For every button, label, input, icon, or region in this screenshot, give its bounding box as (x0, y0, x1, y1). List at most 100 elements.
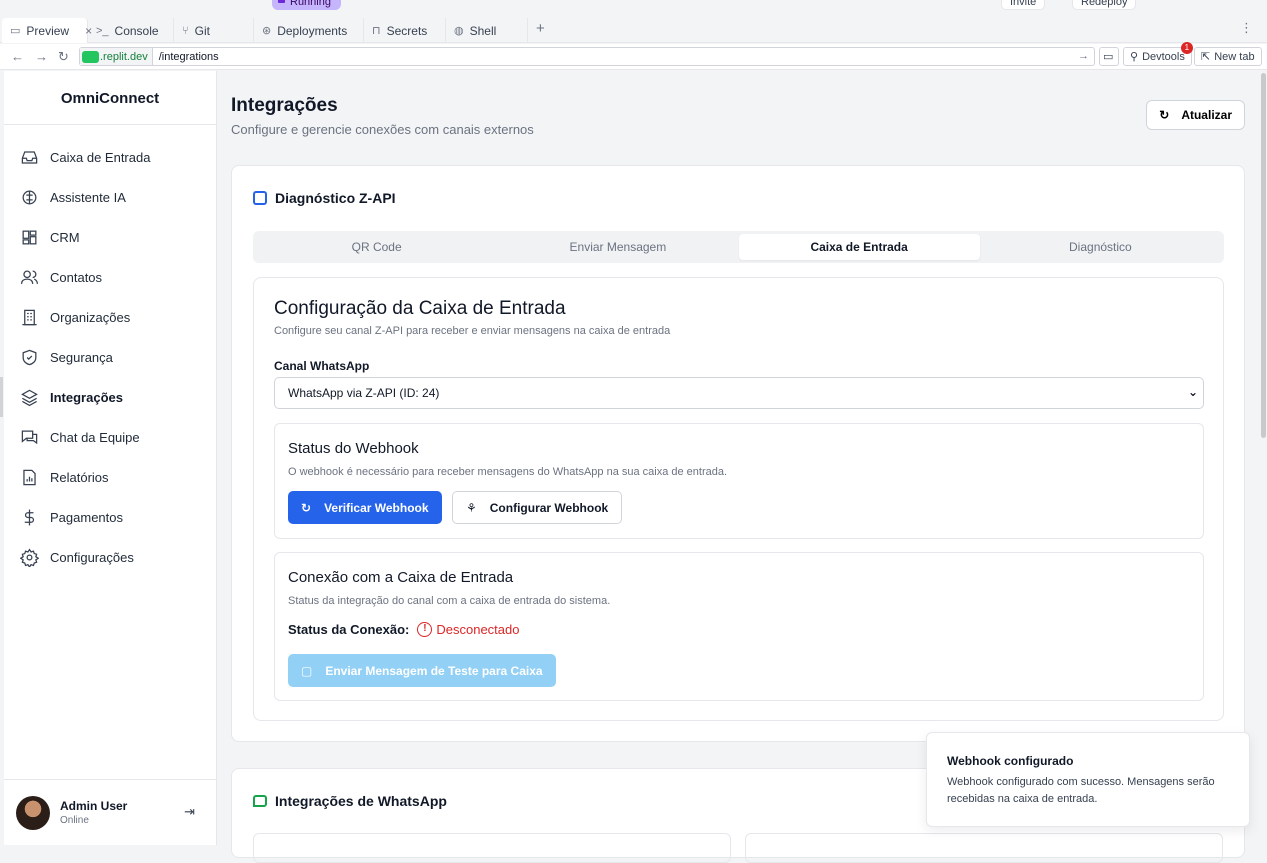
tab-label: Secrets (386, 23, 428, 38)
go-arrow-icon[interactable]: → (1078, 50, 1089, 62)
refresh-button[interactable]: ↻ Atualizar (1146, 100, 1245, 130)
sidebar-item-label: CRM (50, 229, 80, 245)
connection-description: Status da integração do canal com a caix… (288, 595, 611, 607)
integration-item (253, 833, 731, 863)
sidebar-item-integracoes[interactable]: Integrações (0, 377, 216, 417)
running-status: Running (272, 0, 341, 10)
url-bar: ← → ↻ .replit.dev /integrations → ▭ ⚲ De… (0, 42, 1267, 70)
devtools-label: Devtools (1142, 50, 1185, 63)
url-input[interactable]: .replit.dev /integrations → (79, 47, 1095, 66)
sidebar-item-label: Assistente IA (50, 189, 126, 205)
sidebar-item-relatorios[interactable]: Relatórios (4, 457, 216, 497)
more-icon[interactable]: ⋮ (1240, 20, 1253, 36)
sidebar-item-organizacoes[interactable]: Organizações (4, 297, 216, 337)
tab-diagnostico[interactable]: Diagnóstico (980, 234, 1221, 260)
sidebar-item-assistente-ia[interactable]: Assistente IA (4, 177, 216, 217)
url-host-text: .replit.dev (100, 50, 148, 63)
connection-status-label: Status da Conexão: (288, 622, 410, 637)
tab-shell[interactable]: ◍ Shell (446, 18, 528, 43)
app: OmniConnect Caixa de Entrada Assistente … (0, 71, 1267, 863)
toast-notification: Webhook configurado Webhook configurado … (926, 732, 1250, 827)
git-icon: ⑂ (182, 24, 189, 37)
chevron-down-icon: ⌄ (1187, 385, 1198, 399)
new-tab-button[interactable]: ⇱ New tab (1194, 47, 1262, 66)
redeploy-button[interactable]: Redeploy (1072, 0, 1137, 10)
tab-preview[interactable]: ▭ Preview × (2, 18, 92, 43)
avatar (16, 795, 50, 830)
devtools-badge: 1 (1180, 42, 1193, 54)
channel-label: Canal WhatsApp (274, 359, 370, 373)
diagnostic-tabs: QR Code Enviar Mensagem Caixa de Entrada… (253, 231, 1224, 263)
deploy-icon: ⊛ (262, 25, 272, 37)
add-tab-button[interactable]: + (536, 20, 545, 37)
alert-circle-icon: ! (417, 622, 433, 637)
users-icon (20, 270, 39, 284)
user-profile[interactable]: Admin User Online ⇥ (4, 779, 217, 845)
page-title: Integrações (231, 95, 338, 116)
tab-caixa-de-entrada[interactable]: Caixa de Entrada (738, 234, 980, 260)
forward-icon[interactable]: → (35, 49, 48, 64)
sidebar-item-contatos[interactable]: Contatos (4, 257, 216, 297)
page-subtitle: Configure e gerencie conexões com canais… (231, 122, 534, 137)
sidebar-item-label: Pagamentos (50, 509, 123, 525)
tab-console[interactable]: >_ Console (88, 18, 174, 43)
reload-icon[interactable]: ↻ (58, 49, 69, 65)
sidebar-item-pagamentos[interactable]: Pagamentos (4, 497, 216, 537)
tab-deployments[interactable]: ⊛ Deployments (254, 18, 364, 43)
scrollbar-thumb[interactable] (1261, 73, 1266, 438)
chat-icon (21, 430, 38, 444)
channel-select[interactable]: WhatsApp via Z-API (ID: 24) ⌄ (274, 377, 1204, 409)
url-path: /integrations (158, 50, 219, 63)
page-scrollbar[interactable] (1260, 71, 1267, 845)
inbox-config-description: Configure seu canal Z-API para receber e… (274, 325, 671, 337)
invite-button[interactable]: Invite (1001, 0, 1046, 10)
configure-webhook-button[interactable]: ⚘ Configurar Webhook (452, 491, 623, 524)
sidebar-item-label: Contatos (50, 269, 103, 285)
connection-status-value: ! Desconectado (417, 622, 519, 637)
logout-icon[interactable]: ⇥ (184, 804, 195, 820)
back-icon[interactable]: ← (11, 49, 24, 64)
refresh-label: Atualizar (1181, 108, 1232, 122)
tab-label: Git (194, 23, 210, 38)
layers-icon (21, 389, 38, 406)
tab-qr-code[interactable]: QR Code (256, 234, 497, 260)
tab-enviar-mensagem[interactable]: Enviar Mensagem (497, 234, 738, 260)
sidebar-item-seguranca[interactable]: Segurança (4, 337, 216, 377)
shell-icon: ◍ (454, 25, 464, 37)
sidebar-item-configuracoes[interactable]: Configurações (4, 537, 216, 577)
inbox-icon (21, 150, 38, 164)
screen-icon[interactable]: ▭ (1099, 47, 1119, 66)
tab-label: Console (114, 23, 159, 38)
webhook-description: O webhook é necessário para receber mens… (288, 466, 728, 478)
sidebar-nav: Caixa de Entrada Assistente IA CRM Conta… (0, 125, 216, 577)
channel-select-value: WhatsApp via Z-API (ID: 24) (288, 386, 440, 400)
top-strip: Running Invite Redeploy (0, 0, 1267, 14)
terminal-icon: >_ (96, 24, 109, 37)
sidebar-item-label: Organizações (50, 309, 131, 325)
connection-status-text: Desconectado (436, 622, 520, 637)
verify-webhook-button[interactable]: ↻ Verificar Webhook (288, 491, 442, 524)
tab-label: Preview (26, 23, 70, 38)
main-content: Integrações Configure e gerencie conexõe… (217, 71, 1267, 863)
send-test-message-button[interactable]: ▢ Enviar Mensagem de Teste para Caixa (288, 654, 556, 687)
building-icon (22, 309, 37, 325)
url-host: .replit.dev (80, 48, 153, 65)
diagnostic-icon (253, 191, 267, 205)
tab-secrets[interactable]: ⊓ Secrets (364, 18, 446, 43)
connection-status-row: Status da Conexão: ! Desconectado (288, 622, 519, 637)
sidebar-item-label: Configurações (50, 549, 134, 565)
sidebar-item-caixa-de-entrada[interactable]: Caixa de Entrada (4, 137, 216, 177)
refresh-icon: ↻ (301, 500, 312, 515)
brand: OmniConnect (4, 71, 216, 125)
diagnostic-title-text: Diagnóstico Z-API (275, 190, 396, 206)
toast-description: Webhook configurado com sucesso. Mensage… (947, 776, 1215, 805)
send-test-message-label: Enviar Mensagem de Teste para Caixa (325, 663, 543, 678)
devtools-button[interactable]: ⚲ Devtools 1 (1123, 42, 1193, 66)
dollar-icon (24, 509, 35, 525)
webhook-title: Status do Webhook (288, 440, 419, 457)
tab-git[interactable]: ⑂ Git (174, 18, 254, 43)
sidebar-item-chat-da-equipe[interactable]: Chat da Equipe (4, 417, 216, 457)
brain-icon (22, 190, 37, 204)
workspace-tabbar: ▭ Preview × >_ Console ⑂ Git ⊛ Deploymen… (0, 16, 1267, 43)
sidebar-item-crm[interactable]: CRM (4, 217, 216, 257)
